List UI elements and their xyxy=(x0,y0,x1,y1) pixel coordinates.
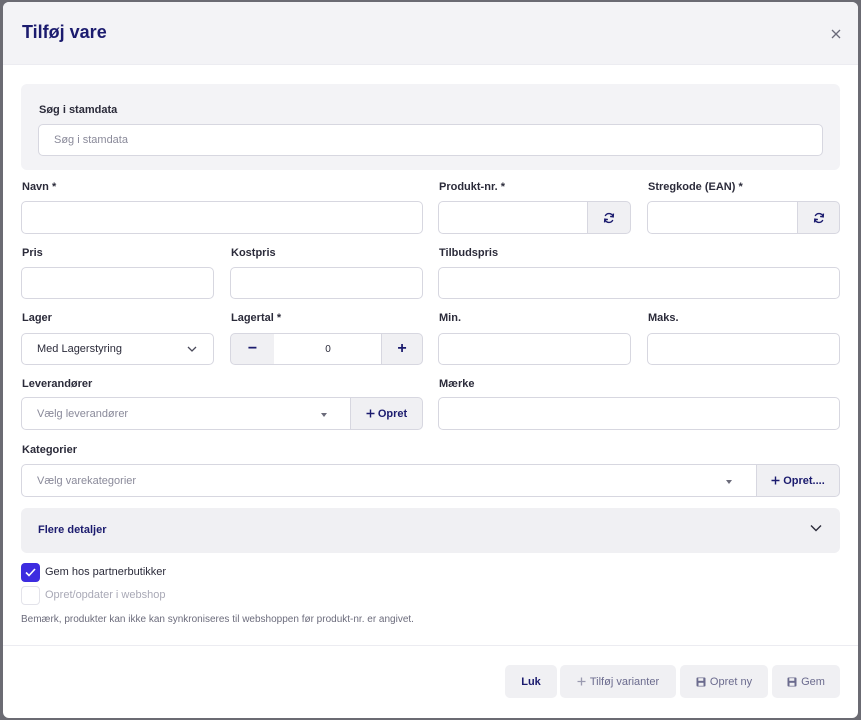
stregkode-label: Stregkode (EAN) * xyxy=(648,181,743,193)
refresh-icon xyxy=(603,212,615,223)
add-variants-label: Tilføj varianter xyxy=(589,675,660,688)
kategorier-select[interactable]: Vælg varekategorier xyxy=(21,464,757,497)
kategorier-create-label: Opret.... xyxy=(783,474,825,487)
stregkode-input[interactable] xyxy=(647,201,798,234)
pris-input[interactable] xyxy=(21,267,214,299)
close-dialog-button[interactable]: Luk xyxy=(505,665,557,698)
maerke-input[interactable] xyxy=(438,397,840,430)
search-input[interactable]: Søg i stamdata xyxy=(38,124,823,156)
caret-down-icon xyxy=(321,413,327,417)
leverandorer-create-label: Opret xyxy=(377,407,408,420)
maerke-label: Mærke xyxy=(439,378,475,390)
chevron-down-icon xyxy=(810,525,822,532)
plus-icon: + xyxy=(397,340,407,357)
refresh-icon xyxy=(813,212,824,223)
lagertal-value: 0 xyxy=(325,343,331,355)
modal-header: Tilføj vare xyxy=(3,2,858,65)
min-input[interactable] xyxy=(438,333,631,365)
close-button[interactable] xyxy=(827,25,845,43)
maks-input[interactable] xyxy=(647,333,840,365)
floppy-disk-icon xyxy=(787,677,797,686)
leverandorer-select[interactable]: Vælg leverandører xyxy=(21,397,351,430)
navn-input[interactable] xyxy=(21,201,423,234)
maks-label: Maks. xyxy=(648,312,679,324)
pris-label: Pris xyxy=(22,247,43,259)
kostpris-input[interactable] xyxy=(230,267,423,299)
floppy-disk-icon xyxy=(696,677,706,686)
caret-down-icon xyxy=(726,480,732,484)
footer-divider xyxy=(3,645,858,646)
kategorier-create-button[interactable]: Opret.... xyxy=(756,464,840,497)
plus-icon xyxy=(366,409,375,418)
create-new-button[interactable]: Opret ny xyxy=(680,665,768,698)
webshop-checkbox[interactable] xyxy=(21,586,40,605)
lagertal-decrement-button[interactable]: − xyxy=(230,333,275,365)
kategorier-placeholder: Vælg varekategorier xyxy=(37,474,137,487)
lager-select[interactable]: Med Lagerstyring xyxy=(21,333,214,365)
produkt-nr-label: Produkt-nr. * xyxy=(439,181,506,193)
partner-stores-checkbox[interactable] xyxy=(21,563,40,582)
lager-select-value: Med Lagerstyring xyxy=(37,343,122,355)
plus-icon xyxy=(771,476,780,485)
leverandorer-create-button[interactable]: Opret xyxy=(350,397,423,430)
save-button[interactable]: Gem xyxy=(772,665,840,698)
kategorier-label: Kategorier xyxy=(22,444,78,456)
add-variants-button[interactable]: Tilføj varianter xyxy=(560,665,676,698)
tilbudspris-label: Tilbudspris xyxy=(439,247,499,259)
lager-label: Lager xyxy=(22,312,52,324)
close-dialog-label: Luk xyxy=(521,675,541,688)
chevron-down-icon xyxy=(187,346,197,352)
kostpris-label: Kostpris xyxy=(231,247,276,259)
minus-icon: − xyxy=(247,340,258,357)
lagertal-label: Lagertal * xyxy=(231,312,282,324)
lagertal-increment-button[interactable]: + xyxy=(381,333,423,365)
min-label: Min. xyxy=(439,312,461,324)
lagertal-input[interactable]: 0 xyxy=(274,333,382,365)
checkmark-icon xyxy=(25,568,36,577)
add-product-modal: Tilføj vare Søg i stamdata Søg i stamdat… xyxy=(3,2,858,718)
navn-label: Navn * xyxy=(22,181,57,193)
search-panel: Søg i stamdata Søg i stamdata xyxy=(21,84,840,170)
create-new-label: Opret ny xyxy=(709,675,753,688)
search-label: Søg i stamdata xyxy=(39,104,118,116)
modal-title: Tilføj vare xyxy=(22,22,107,42)
close-icon xyxy=(831,29,841,39)
more-details-accordion[interactable]: Flere detaljer xyxy=(21,508,840,553)
stregkode-generate-button[interactable] xyxy=(797,201,840,234)
produkt-nr-input[interactable] xyxy=(438,201,588,234)
webshop-label: Opret/opdater i webshop xyxy=(45,589,166,601)
plus-icon xyxy=(577,677,586,686)
leverandorer-placeholder: Vælg leverandører xyxy=(37,407,129,420)
more-details-label: Flere detaljer xyxy=(38,524,107,536)
sync-note: Bemærk, produkter kan ikke kan synkronis… xyxy=(21,614,414,625)
tilbudspris-input[interactable] xyxy=(438,267,840,299)
partner-stores-label: Gem hos partnerbutikker xyxy=(45,566,167,578)
save-label: Gem xyxy=(801,675,825,688)
search-placeholder: Søg i stamdata xyxy=(54,134,128,146)
produkt-nr-generate-button[interactable] xyxy=(587,201,631,234)
leverandorer-label: Leverandører xyxy=(22,378,93,390)
